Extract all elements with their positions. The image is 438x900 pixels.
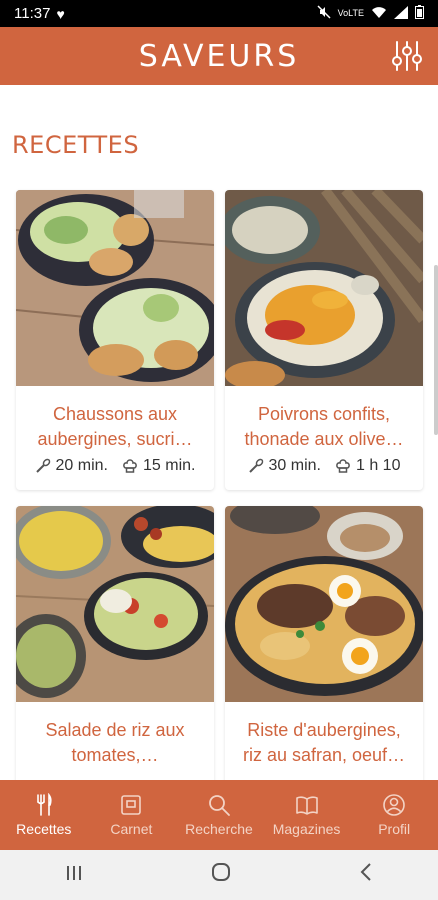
recipe-title: Poivrons confits, thonade aux olive… — [244, 404, 404, 449]
status-icons: VoLTE — [317, 5, 424, 22]
recent-apps-icon — [66, 866, 81, 880]
recipe-card[interactable]: Poivrons confits, thonade aux olive… 30 … — [225, 190, 423, 490]
home-icon — [211, 863, 230, 881]
recipe-title: Salade de riz aux tomates,… — [45, 720, 185, 765]
nav-item-recherche[interactable]: Recherche — [176, 793, 262, 837]
cook-time: 15 min. — [122, 457, 195, 475]
chef-hat-icon — [336, 459, 350, 473]
mute-icon — [317, 5, 331, 22]
nav-item-recettes[interactable]: Recettes — [1, 793, 87, 837]
recipe-image — [16, 190, 214, 386]
nav-item-magazines[interactable]: Magazines — [264, 793, 350, 837]
nav-label: Magazines — [272, 821, 341, 837]
app-title: SAVEURS — [138, 38, 300, 74]
nav-item-profil[interactable]: Profil — [351, 793, 437, 837]
cook-time: 1 h 10 — [335, 457, 400, 475]
notebook-icon — [121, 795, 142, 815]
nav-label: Recettes — [16, 821, 72, 837]
sliders-icon — [392, 41, 422, 71]
volte-icon: VoLTE — [337, 8, 364, 18]
back-button[interactable] — [358, 862, 374, 888]
recipe-title: Riste d'aubergines, riz au safran, oeuf… — [242, 720, 406, 765]
home-button[interactable] — [211, 862, 231, 888]
search-icon — [209, 795, 230, 816]
recipes-list[interactable]: RECETTES Chaussons aux aubergines, sucri… — [0, 85, 438, 780]
recipe-meta: 30 min. 1 h 10 — [225, 457, 423, 475]
recipe-meta: 20 min. 15 min. — [16, 457, 214, 475]
chef-hat-icon — [123, 459, 137, 473]
back-icon — [360, 863, 372, 881]
recent-apps-button[interactable] — [64, 862, 84, 888]
scrollbar[interactable] — [434, 265, 438, 435]
nav-label: Carnet — [110, 821, 153, 837]
recipe-card[interactable]: Riste d'aubergines, riz au safran, oeuf… — [225, 506, 423, 780]
status-bar: 11:37 ♥ VoLTE — [0, 0, 438, 27]
section-title: RECETTES — [12, 131, 140, 159]
prep-time: 20 min. — [35, 457, 108, 475]
bottom-navigation: Recettes Carnet Recherche Magazines Prof… — [0, 780, 438, 850]
app-bar: SAVEURS — [0, 27, 438, 85]
system-navigation — [0, 850, 438, 900]
profile-icon — [383, 794, 405, 816]
nav-item-carnet[interactable]: Carnet — [88, 793, 174, 837]
recipe-card[interactable]: Salade de riz aux tomates,… — [16, 506, 214, 780]
recipe-card[interactable]: Chaussons aux aubergines, sucri… 20 min.… — [16, 190, 214, 490]
wifi-icon — [371, 6, 387, 22]
recipe-title: Chaussons aux aubergines, sucri… — [37, 404, 193, 449]
filter-button[interactable] — [390, 39, 424, 73]
status-time: 11:37 — [14, 5, 51, 22]
signal-icon — [394, 5, 408, 22]
book-icon — [295, 796, 318, 815]
whisk-icon — [248, 458, 263, 473]
whisk-icon — [35, 458, 50, 473]
nav-label: Recherche — [185, 821, 253, 837]
cutlery-icon — [36, 793, 52, 816]
nav-label: Profil — [378, 821, 411, 837]
prep-time: 30 min. — [248, 457, 321, 475]
heart-icon: ♥ — [56, 5, 65, 22]
recipe-image — [225, 506, 423, 702]
recipe-image — [16, 506, 214, 702]
recipe-image — [225, 190, 423, 386]
battery-icon — [415, 5, 424, 22]
